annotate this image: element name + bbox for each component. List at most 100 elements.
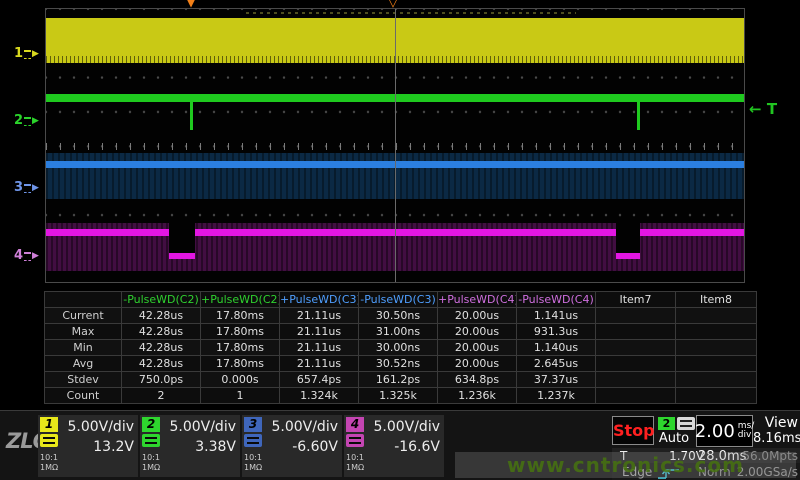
trigger-mode-label[interactable]: Auto xyxy=(652,431,696,446)
measurement-value xyxy=(596,324,676,340)
measurement-value: 30.00ns xyxy=(359,340,438,356)
trigger-level-marker[interactable]: ← T xyxy=(749,100,777,118)
channel2-probe-info: 10:11MΩ xyxy=(142,453,160,473)
view-span-display[interactable]: View 8.16ms xyxy=(753,415,798,446)
channel1-probe-info: 10:11MΩ xyxy=(40,453,58,473)
measurement-value xyxy=(676,356,757,372)
measurement-value: 17.80ms xyxy=(201,324,280,340)
channel1-coupling-icon xyxy=(40,434,58,447)
channel2-controls[interactable]: 2 5.00V/div 3.38V 10:11MΩ xyxy=(140,415,240,477)
channel4-badge: 4 xyxy=(346,417,364,432)
measurement-value xyxy=(596,372,676,388)
channel3-controls[interactable]: 3 5.00V/div -6.60V 10:11MΩ xyxy=(242,415,342,477)
measurement-value xyxy=(596,308,676,324)
measurement-row-label: Avg xyxy=(45,356,122,372)
trigger-activity-dashes xyxy=(246,12,576,14)
measurement-value: 21.11us xyxy=(280,308,359,324)
channel4-probe-info: 10:11MΩ xyxy=(346,453,364,473)
right-arrow-icon: ▶ xyxy=(32,251,39,261)
chann3-offset: -6.60V xyxy=(292,439,338,455)
measurement-value: 31.00ns xyxy=(359,324,438,340)
measurement-column-header[interactable]: +PulseWD(C3) xyxy=(280,292,359,308)
channel1-controls[interactable]: 1 5.00V/div 13.2V 10:11MΩ xyxy=(38,415,138,477)
measurement-value: 1.325k xyxy=(359,388,438,404)
measurement-value: 657.4ps xyxy=(280,372,359,388)
measurement-value: 1 xyxy=(201,388,280,404)
measurement-row: Stdev750.0ps0.000s657.4ps161.2ps634.8ps3… xyxy=(45,372,757,388)
measurement-value: 20.00us xyxy=(438,308,517,324)
measurement-row-label: Count xyxy=(45,388,122,404)
measurement-table[interactable]: -PulseWD(C2)+PulseWD(C2)+PulseWD(C3)-Pul… xyxy=(44,291,756,404)
measurement-value: 21.11us xyxy=(280,324,359,340)
channel1-offset: 13.2V xyxy=(93,439,134,455)
measurement-value: 42.28us xyxy=(122,340,201,356)
dc-coupling-icon xyxy=(24,50,31,59)
channel3-position-marker[interactable]: 3▶ xyxy=(14,180,44,195)
channel2-scale: 5.00V/div xyxy=(169,419,236,435)
measurement-row-label: Current xyxy=(45,308,122,324)
timebase-unit: ms/div xyxy=(738,422,755,440)
measurement-value: 634.8ps xyxy=(438,372,517,388)
measurement-row-label: Stdev xyxy=(45,372,122,388)
watermark: www.cntronics.com xyxy=(455,452,796,478)
measurement-column-header[interactable]: -PulseWD(C2) xyxy=(122,292,201,308)
measurement-value: 17.80ms xyxy=(201,308,280,324)
run-stop-button[interactable]: Stop xyxy=(612,416,654,445)
measurement-row: Count211.324k1.325k1.236k1.237k xyxy=(45,388,757,404)
channel4-controls[interactable]: 4 5.00V/div -16.6V 10:11MΩ xyxy=(344,415,444,477)
channel2-pulse-spike xyxy=(637,101,640,130)
channel2-pulse-spike xyxy=(190,101,193,130)
measurement-value xyxy=(596,340,676,356)
measurement-value: 42.28us xyxy=(122,356,201,372)
measurement-value: 37.37us xyxy=(517,372,596,388)
channel3-badge: 3 xyxy=(244,417,262,432)
measurement-column-header[interactable]: Item7 xyxy=(596,292,676,308)
dc-coupling-icon xyxy=(24,252,31,261)
waveform-display[interactable] xyxy=(45,8,745,283)
measurement-value xyxy=(676,324,757,340)
measurement-value xyxy=(676,308,757,324)
measurement-column-header[interactable]: -PulseWD(C4) xyxy=(517,292,596,308)
trigger-coupling-icon[interactable] xyxy=(677,417,695,430)
channel2-badge: 2 xyxy=(142,417,160,432)
trigger-delay-marker-icon[interactable]: ▼ xyxy=(186,0,196,10)
channel2-offset: 3.38V xyxy=(195,439,236,455)
measurement-row: Min42.28us17.80ms21.11us30.00ns20.00us1.… xyxy=(45,340,757,356)
center-horizontal-ticks xyxy=(46,143,744,150)
right-arrow-icon: ▶ xyxy=(32,183,39,193)
measurement-column-header[interactable]: +PulseWD(C2) xyxy=(201,292,280,308)
measurement-value: 20.00us xyxy=(438,356,517,372)
measurement-value: 2.645us xyxy=(517,356,596,372)
channel3-coupling-icon xyxy=(244,434,262,447)
measurement-value: 1.236k xyxy=(438,388,517,404)
measurement-corner-cell xyxy=(45,292,122,308)
measurement-column-header[interactable]: Item8 xyxy=(676,292,757,308)
measurement-value: 21.11us xyxy=(280,340,359,356)
channel3-probe-info: 10:11MΩ xyxy=(244,453,262,473)
measurement-value: 0.000s xyxy=(201,372,280,388)
measurement-column-header[interactable]: +PulseWD(C4) xyxy=(438,292,517,308)
measurement-value xyxy=(596,388,676,404)
channel1-position-marker[interactable]: 1▶ xyxy=(14,46,44,61)
channel4-scale: 5.00V/div xyxy=(373,419,440,435)
dc-coupling-icon xyxy=(24,117,31,126)
channel4-pulse-gap xyxy=(169,223,195,253)
measurement-value: 161.2ps xyxy=(359,372,438,388)
measurement-row: Avg42.28us17.80ms21.11us30.52ns20.00us2.… xyxy=(45,356,757,372)
channel4-pulse-gap xyxy=(616,223,640,253)
channel2-position-marker[interactable]: 2▶ xyxy=(14,113,44,128)
measurement-column-header[interactable]: -PulseWD(C3) xyxy=(359,292,438,308)
measurement-row-label: Max xyxy=(45,324,122,340)
trigger-source-badge[interactable]: 2 xyxy=(658,417,675,430)
measurement-value xyxy=(676,372,757,388)
measurement-value xyxy=(676,388,757,404)
measurement-value: 20.00us xyxy=(438,324,517,340)
channel4-position-marker[interactable]: 4▶ xyxy=(14,248,44,263)
timebase-control[interactable]: 2.00 ms/div xyxy=(696,415,753,447)
measurement-value: 30.52ns xyxy=(359,356,438,372)
channel2-coupling-icon xyxy=(142,434,160,447)
trigger-position-marker-icon[interactable]: ▽ xyxy=(388,0,398,10)
channel4-pulse-low xyxy=(169,253,195,259)
channel4-coupling-icon xyxy=(346,434,364,447)
measurement-value: 17.80ms xyxy=(201,340,280,356)
